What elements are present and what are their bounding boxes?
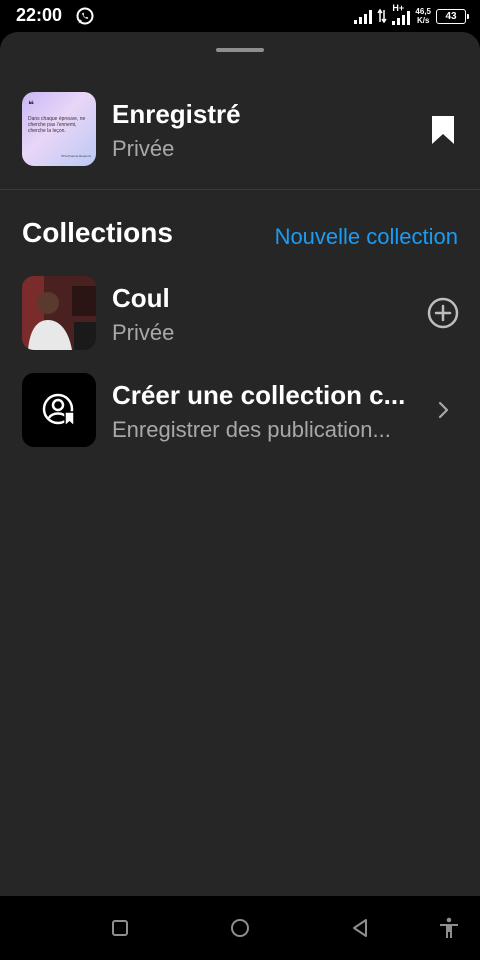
battery-level: 43: [445, 10, 457, 22]
saved-privacy: Privée: [112, 136, 175, 161]
back-icon[interactable]: [348, 916, 372, 940]
collection-thumbnail: [22, 276, 96, 350]
create-collection-thumbnail: [22, 373, 96, 447]
create-collection-row[interactable]: Créer une collection c... Enregistrer de…: [0, 372, 480, 448]
signal-strength-icon: [354, 8, 373, 24]
system-navigation-bar: [0, 896, 480, 960]
network-speed: 46,5 K/s: [415, 7, 431, 25]
home-icon[interactable]: [228, 916, 252, 940]
whatsapp-icon: [76, 7, 94, 25]
saved-all-posts-row[interactable]: ❝ Dans chaque épreuve, ne cherche pas l'…: [0, 92, 480, 168]
speed-unit: K/s: [416, 16, 430, 25]
collection-privacy: Privée: [112, 320, 175, 345]
status-indicators: H+ 46,5 K/s 43: [354, 3, 469, 28]
recent-apps-icon[interactable]: [108, 916, 132, 940]
plus-circle-icon[interactable]: [427, 297, 459, 329]
speed-value: 46,5: [415, 7, 431, 16]
drag-handle[interactable]: [216, 48, 264, 52]
saved-title: Enregistré: [112, 99, 241, 129]
bookmark-filled-icon[interactable]: [430, 115, 456, 145]
battery-icon: 43: [436, 8, 469, 24]
accessibility-icon[interactable]: [437, 916, 461, 940]
status-time: 22:00: [16, 5, 63, 25]
chevron-right-icon[interactable]: [436, 398, 452, 422]
data-transfer-icon: [377, 8, 388, 24]
collection-title: Coul: [112, 283, 170, 313]
status-bar: 22:00 H+ 46,5 K/s 43: [0, 0, 480, 32]
create-collection-subtitle: Enregistrer des publication...: [112, 417, 391, 442]
person-photo-icon: [22, 276, 96, 350]
divider: [0, 189, 480, 190]
new-collection-button[interactable]: Nouvelle collection: [275, 224, 458, 250]
thumbnail-quote-author: #TheKramas Reasons: [61, 154, 91, 158]
collections-heading: Collections: [22, 217, 173, 248]
thumbnail-quote-text: Dans chaque épreuve, ne cherche pas l'en…: [28, 116, 86, 134]
network-type: H+: [392, 3, 405, 13]
saved-thumbnail: ❝ Dans chaque épreuve, ne cherche pas l'…: [22, 92, 96, 166]
user-bookmark-icon: [42, 393, 75, 428]
quote-icon: ❝: [28, 100, 34, 111]
save-bottom-sheet: ❝ Dans chaque épreuve, ne cherche pas l'…: [0, 32, 480, 896]
create-collection-title: Créer une collection c...: [112, 380, 406, 410]
collection-item-coul[interactable]: Coul Privée: [0, 275, 480, 351]
